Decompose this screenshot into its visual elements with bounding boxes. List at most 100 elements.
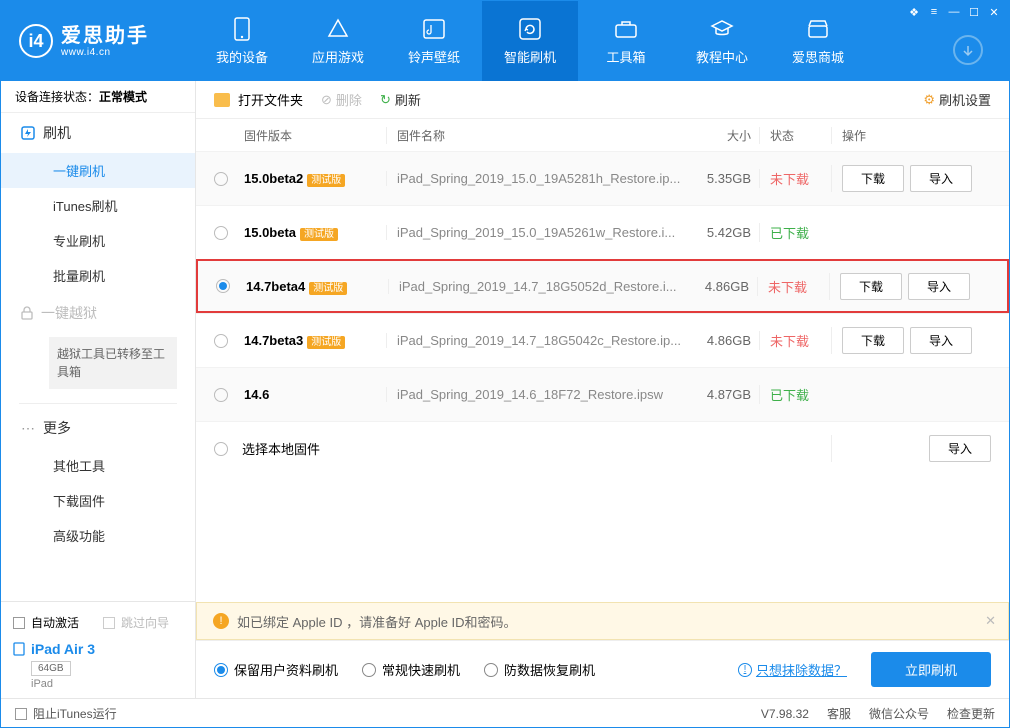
- radio-anti-recovery[interactable]: [484, 663, 498, 677]
- version-label: V7.98.32: [761, 707, 809, 721]
- download-button[interactable]: 下载: [842, 327, 904, 354]
- sidebar-item-itunes-flash[interactable]: iTunes刷机: [1, 188, 195, 223]
- win-close-icon[interactable]: ✕: [985, 5, 1003, 19]
- brand-url: www.i4.cn: [61, 47, 149, 58]
- firmware-name: iPad_Spring_2019_15.0_19A5281h_Restore.i…: [386, 171, 687, 186]
- erase-data-link[interactable]: !只想抹除数据？: [738, 660, 847, 679]
- sidebar-group-more[interactable]: ⋯ 更多: [1, 408, 195, 448]
- firmware-version: 14.7beta4: [246, 279, 305, 294]
- firmware-name: iPad_Spring_2019_14.6_18F72_Restore.ipsw: [386, 387, 687, 402]
- local-firmware-row[interactable]: 选择本地固件 导入: [196, 421, 1009, 475]
- sidebar-item-batch-flash[interactable]: 批量刷机: [1, 258, 195, 293]
- top-nav: 我的设备 应用游戏 铃声壁纸 智能刷机 工具箱 教程中心 爱思商城: [194, 1, 866, 81]
- toolbar: 打开文件夹 ⊘删除 ↻刷新 ⚙刷机设置: [196, 81, 1009, 119]
- skip-guide-checkbox[interactable]: [103, 617, 115, 629]
- import-button[interactable]: 导入: [929, 435, 991, 462]
- win-maximize-icon[interactable]: ☐: [965, 5, 983, 19]
- wechat-link[interactable]: 微信公众号: [869, 705, 929, 722]
- delete-icon: ⊘: [321, 92, 332, 108]
- import-button[interactable]: 导入: [910, 327, 972, 354]
- col-size: 大小: [687, 127, 759, 144]
- win-menu-icon[interactable]: ≡: [925, 5, 943, 19]
- nav-tutorials[interactable]: 教程中心: [674, 1, 770, 81]
- nav-my-device[interactable]: 我的设备: [194, 1, 290, 81]
- graduation-icon: [710, 17, 734, 41]
- beta-badge: 测试版: [300, 228, 338, 241]
- device-type: iPad: [31, 678, 183, 690]
- brand-logo: i4 爱思助手 www.i4.cn: [19, 24, 194, 58]
- table-row[interactable]: 14.7beta3测试版 iPad_Spring_2019_14.7_18G50…: [196, 313, 1009, 367]
- sidebar-group-flash[interactable]: 刷机: [1, 113, 195, 153]
- nav-ringtones[interactable]: 铃声壁纸: [386, 1, 482, 81]
- info-icon: !: [738, 663, 752, 677]
- flash-now-button[interactable]: 立即刷机: [871, 652, 991, 687]
- import-button[interactable]: 导入: [908, 273, 970, 300]
- device-name[interactable]: iPad Air 3: [13, 641, 183, 657]
- sidebar-item-oneclick-flash[interactable]: 一键刷机: [1, 153, 195, 188]
- option-anti-recovery[interactable]: 防数据恢复刷机: [484, 660, 595, 679]
- toolbox-icon: [614, 17, 638, 41]
- firmware-status: 已下载: [759, 385, 831, 404]
- nav-store[interactable]: 爱思商城: [770, 1, 866, 81]
- collapse-icon[interactable]: [953, 35, 983, 65]
- win-minimize-icon[interactable]: —: [945, 5, 963, 19]
- col-version: 固件版本: [242, 127, 386, 144]
- nav-smart-flash[interactable]: 智能刷机: [482, 1, 578, 81]
- sidebar-item-pro-flash[interactable]: 专业刷机: [1, 223, 195, 258]
- import-button[interactable]: 导入: [910, 165, 972, 192]
- refresh-button[interactable]: ↻刷新: [380, 90, 421, 109]
- firmware-status: 未下载: [759, 169, 831, 188]
- customer-service-link[interactable]: 客服: [827, 705, 851, 722]
- flash-settings-button[interactable]: ⚙刷机设置: [923, 90, 991, 109]
- sidebar-bottom: 自动激活 跳过向导 iPad Air 3 64GB iPad: [1, 601, 195, 698]
- table-row[interactable]: 15.0beta2测试版 iPad_Spring_2019_15.0_19A52…: [196, 151, 1009, 205]
- firmware-size: 4.87GB: [687, 387, 759, 402]
- table-row[interactable]: 14.7beta4 测试版 iPad_Spring_2019_14.7_18G50…: [196, 259, 1009, 313]
- firmware-name: iPad_Spring_2019_14.7_18G5052d_Restore.i…: [388, 279, 685, 294]
- sidebar-item-other-tools[interactable]: 其他工具: [1, 448, 195, 483]
- firmware-actions: 下载导入: [831, 165, 991, 192]
- nav-apps[interactable]: 应用游戏: [290, 1, 386, 81]
- local-firmware-radio[interactable]: [214, 442, 228, 456]
- close-warning-icon[interactable]: ✕: [985, 613, 996, 629]
- option-normal[interactable]: 常规快速刷机: [362, 660, 460, 679]
- radio-normal[interactable]: [362, 663, 376, 677]
- table-header: 固件版本 固件名称 大小 状态 操作: [196, 119, 1009, 151]
- warning-icon: !: [213, 613, 229, 629]
- nav-toolbox[interactable]: 工具箱: [578, 1, 674, 81]
- download-button[interactable]: 下载: [840, 273, 902, 300]
- delete-button[interactable]: ⊘删除: [321, 90, 362, 109]
- gear-icon: ⚙: [923, 92, 935, 108]
- firmware-actions: 下载导入: [831, 327, 991, 354]
- open-folder-button[interactable]: 打开文件夹: [238, 90, 303, 109]
- row-radio[interactable]: [214, 226, 228, 240]
- block-itunes-checkbox[interactable]: [15, 708, 27, 720]
- col-action: 操作: [831, 127, 991, 144]
- firmware-size: 5.35GB: [687, 171, 759, 186]
- row-radio[interactable]: [216, 279, 230, 293]
- folder-icon: [214, 93, 230, 107]
- sidebar-item-advanced[interactable]: 高级功能: [1, 518, 195, 553]
- firmware-name: iPad_Spring_2019_15.0_19A5261w_Restore.i…: [386, 225, 687, 240]
- radio-keep-data[interactable]: [214, 663, 228, 677]
- firmware-size: 5.42GB: [687, 225, 759, 240]
- logo-icon: i4: [19, 24, 53, 58]
- auto-activate-checkbox[interactable]: [13, 617, 25, 629]
- connection-status: 设备连接状态： 正常模式: [1, 81, 195, 113]
- table-row[interactable]: 15.0beta测试版 iPad_Spring_2019_15.0_19A526…: [196, 205, 1009, 259]
- sidebar-item-download-firmware[interactable]: 下载固件: [1, 483, 195, 518]
- option-keep-data[interactable]: 保留用户资料刷机: [214, 660, 338, 679]
- col-status: 状态: [759, 127, 831, 144]
- row-radio[interactable]: [214, 172, 228, 186]
- more-icon: ⋯: [21, 420, 35, 437]
- beta-badge: 测试版: [309, 282, 347, 295]
- download-button[interactable]: 下载: [842, 165, 904, 192]
- table-row[interactable]: 14.6 iPad_Spring_2019_14.6_18F72_Restore…: [196, 367, 1009, 421]
- check-update-link[interactable]: 检查更新: [947, 705, 995, 722]
- row-radio[interactable]: [214, 388, 228, 402]
- firmware-version: 15.0beta2: [244, 171, 303, 186]
- row-radio[interactable]: [214, 334, 228, 348]
- win-skin-icon[interactable]: ❖: [905, 5, 923, 19]
- firmware-version: 14.7beta3: [244, 333, 303, 348]
- app-header: i4 爱思助手 www.i4.cn 我的设备 应用游戏 铃声壁纸 智能刷机 工具…: [1, 1, 1009, 81]
